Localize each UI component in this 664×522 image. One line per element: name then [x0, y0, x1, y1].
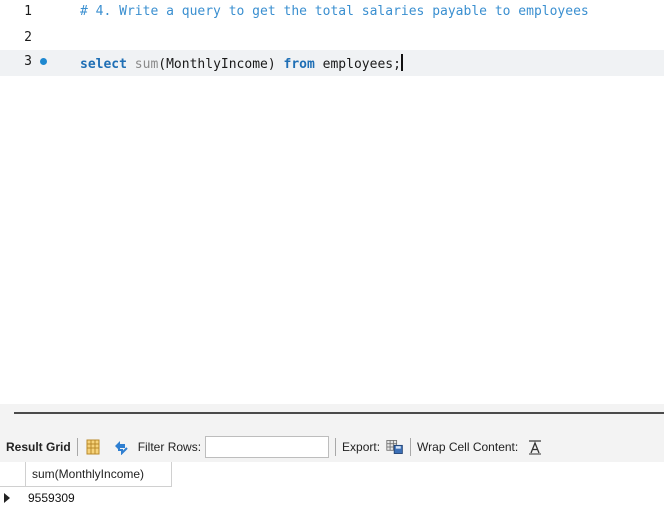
code-line-1[interactable]: 1 # 4. Write a query to get the total sa… — [0, 0, 664, 26]
line-number: 2 — [24, 30, 32, 45]
code-line-2[interactable]: 2 — [0, 26, 664, 52]
wrap-cell-label: Wrap Cell Content: — [417, 440, 519, 454]
toolbar-separator — [410, 438, 412, 456]
panel-splitter[interactable] — [0, 404, 664, 432]
current-row-arrow-icon — [4, 493, 10, 503]
result-toolbar: Result Grid Filter Rows: Export: Wrap Ce… — [0, 432, 664, 462]
table-name: employees; — [314, 57, 401, 72]
export-label: Export: — [342, 440, 381, 454]
filter-rows-input[interactable] — [205, 436, 330, 458]
row-selector[interactable] — [0, 487, 26, 509]
line-number: 1 — [24, 4, 32, 19]
code-line-3[interactable]: 3 select sum(MonthlyIncome) from employe… — [0, 50, 664, 76]
refresh-icon[interactable] — [112, 438, 130, 456]
toolbar-separator — [76, 438, 78, 456]
sql-editor[interactable]: 1 # 4. Write a query to get the total sa… — [0, 0, 664, 404]
result-grid[interactable]: sum(MonthlyIncome) 9559309 — [0, 462, 664, 522]
sql-statement[interactable]: select sum(MonthlyIncome) from employees… — [80, 54, 403, 72]
function-args: (MonthlyIncome) — [158, 57, 284, 72]
filter-rows-label: Filter Rows: — [137, 440, 202, 454]
corner-cell[interactable] — [0, 462, 26, 487]
statement-marker-icon — [40, 58, 47, 65]
keyword-select: select — [80, 57, 127, 72]
result-cell[interactable]: 9559309 — [26, 487, 172, 509]
export-icon[interactable] — [386, 438, 404, 456]
text-caret — [400, 54, 403, 71]
result-grid-tab[interactable]: Result Grid — [6, 440, 71, 454]
function-sum: sum — [134, 57, 159, 72]
line-number: 3 — [24, 54, 32, 69]
table-row[interactable]: 9559309 — [0, 487, 172, 509]
comment-text[interactable]: # 4. Write a query to get the total sala… — [80, 4, 589, 19]
keyword-from: from — [283, 57, 315, 72]
grid-header-row: sum(MonthlyIncome) — [0, 462, 172, 487]
wrap-cell-toggle-icon[interactable] — [526, 438, 544, 456]
column-header[interactable]: sum(MonthlyIncome) — [26, 462, 172, 487]
splitter-handle[interactable] — [14, 412, 664, 414]
toolbar-separator — [335, 438, 337, 456]
grid-view-icon[interactable] — [84, 438, 102, 456]
